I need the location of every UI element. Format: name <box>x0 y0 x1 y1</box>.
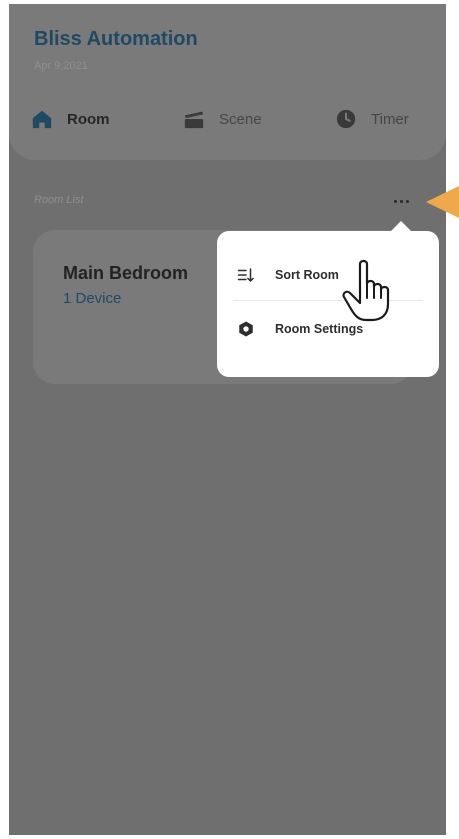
hexagon-settings-icon <box>239 321 253 337</box>
clock-icon <box>336 109 356 129</box>
tab-timer[interactable]: Timer <box>335 104 409 134</box>
room-device-count: 1 Device <box>63 290 122 307</box>
tab-scene[interactable]: Scene <box>183 104 262 134</box>
callout-arrow-icon <box>426 186 459 218</box>
tab-room-label: Room <box>67 110 110 128</box>
tab-scene-label: Scene <box>219 110 262 128</box>
room-list-label: Room List <box>34 194 84 206</box>
app-title: Bliss Automation <box>34 28 198 50</box>
tab-bar: Room Scene Timer <box>9 104 446 134</box>
more-horizontal-icon <box>393 199 397 203</box>
more-options-button[interactable] <box>389 191 413 211</box>
app-date: Apr 9,2021 <box>34 60 88 72</box>
menu-item-sort-room[interactable]: Sort Room <box>217 251 439 299</box>
tab-room[interactable]: Room <box>31 104 110 134</box>
app-screen: Bliss Automation Apr 9,2021 Room Scene T… <box>9 4 446 835</box>
room-name: Main Bedroom <box>63 263 189 283</box>
menu-item-room-settings[interactable]: Room Settings <box>217 305 439 353</box>
menu-item-room-settings-label: Room Settings <box>275 322 364 336</box>
header-card: Bliss Automation Apr 9,2021 Room Scene T… <box>9 4 446 160</box>
hand-pointer-icon <box>342 259 390 322</box>
sort-icon <box>237 268 254 282</box>
tab-timer-label: Timer <box>371 110 409 128</box>
home-icon <box>32 110 52 129</box>
menu-item-sort-room-label: Sort Room <box>275 268 339 282</box>
room-options-menu: Sort Room Room Settings <box>217 231 439 377</box>
clapperboard-icon <box>184 111 204 129</box>
